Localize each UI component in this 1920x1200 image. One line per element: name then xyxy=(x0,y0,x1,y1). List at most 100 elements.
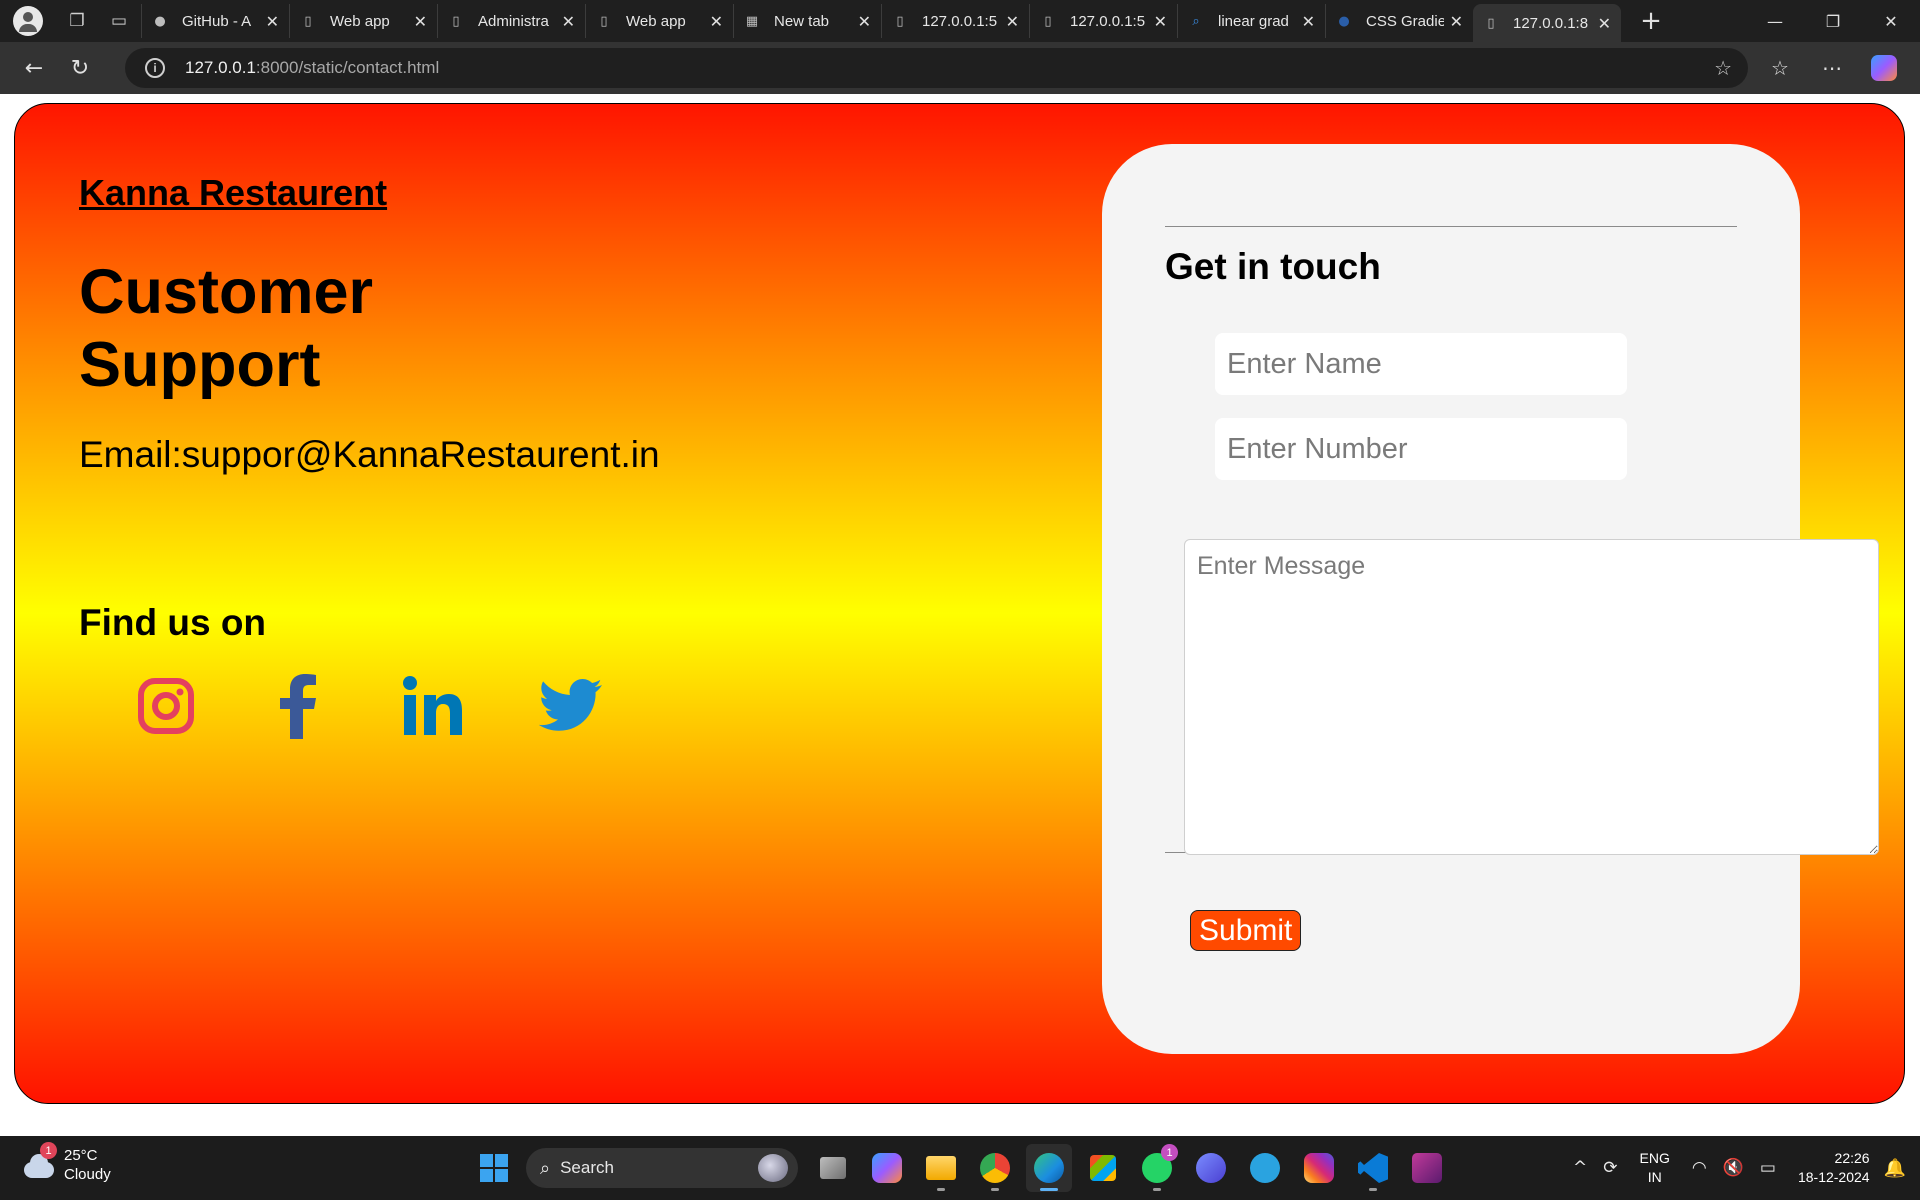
windows-start-icon[interactable] xyxy=(470,1144,518,1192)
close-icon[interactable]: ✕ xyxy=(1154,12,1167,31)
file-explorer-icon[interactable] xyxy=(918,1144,964,1192)
instagram-icon[interactable] xyxy=(131,671,201,741)
url-text[interactable]: 127.0.0.1:8000/static/contact.html xyxy=(185,58,439,78)
browser-tab[interactable]: ▯ Web app ✕ xyxy=(289,4,437,38)
favorite-star-icon[interactable]: ☆ xyxy=(1714,56,1732,80)
toolbar-right: ☆ ⋯ xyxy=(1754,46,1910,90)
newtab-icon: ▦ xyxy=(745,13,759,29)
browser-tab[interactable]: ▦ New tab ✕ xyxy=(733,4,881,38)
edge-icon[interactable] xyxy=(1026,1144,1072,1192)
tab-actions-icon[interactable]: ▭ xyxy=(101,3,137,39)
chevron-up-icon[interactable]: ^ xyxy=(1573,1158,1587,1178)
close-icon[interactable]: ✕ xyxy=(266,12,279,31)
browser-tab[interactable]: ● GitHub - A ✕ xyxy=(141,4,289,38)
language-indicator[interactable]: ENG IN xyxy=(1640,1149,1670,1187)
weather-badge: 1 xyxy=(40,1142,57,1159)
support-email: Email:suppor@KannaRestaurent.in xyxy=(79,434,660,475)
browser-tab[interactable]: ▯ 127.0.0.1:5 ✕ xyxy=(881,4,1029,38)
search-label: Search xyxy=(560,1158,614,1177)
page-icon: ▯ xyxy=(1487,15,1495,31)
wifi-icon[interactable]: ◠ xyxy=(1692,1158,1707,1178)
close-icon[interactable]: ✕ xyxy=(1006,12,1019,31)
window-controls: — ❐ ✕ xyxy=(1746,0,1920,42)
sync-icon[interactable]: ⟳ xyxy=(1603,1158,1617,1178)
page-icon: ▯ xyxy=(452,13,460,29)
info-icon[interactable]: i xyxy=(145,58,165,78)
twitter-icon[interactable] xyxy=(536,671,606,741)
close-icon[interactable]: ✕ xyxy=(562,12,575,31)
proton-icon[interactable] xyxy=(1188,1144,1234,1192)
tab-title: 127.0.0.1:5 xyxy=(922,12,998,30)
taskbar-apps: ⌕ Search 1 xyxy=(470,1144,1454,1192)
close-icon[interactable]: ✕ xyxy=(1598,14,1611,33)
browser-tab[interactable]: ● CSS Gradie ✕ xyxy=(1325,4,1473,38)
close-icon[interactable]: ✕ xyxy=(858,12,871,31)
copilot-icon[interactable] xyxy=(1858,46,1910,90)
search-icon: ⌕ xyxy=(540,1157,551,1179)
running-indicator xyxy=(1153,1188,1161,1191)
linkedin-icon[interactable] xyxy=(398,671,468,741)
page-title: Customer Support xyxy=(79,257,374,400)
taskbar-search[interactable]: ⌕ Search xyxy=(526,1148,798,1188)
terminal-app-icon[interactable] xyxy=(1404,1144,1450,1192)
submit-button[interactable]: Submit xyxy=(1190,910,1302,951)
name-input[interactable] xyxy=(1215,333,1627,395)
restore-icon[interactable]: ❐ xyxy=(1804,0,1862,42)
browser-tab[interactable]: ⌕ linear grad ✕ xyxy=(1177,4,1325,38)
tab-title: 127.0.0.1:5 xyxy=(1070,12,1146,30)
telegram-icon[interactable] xyxy=(1242,1144,1288,1192)
tab-title: New tab xyxy=(774,12,830,30)
form-heading: Get in touch xyxy=(1165,246,1381,287)
refresh-icon[interactable]: ↻ xyxy=(58,46,102,90)
facebook-icon[interactable] xyxy=(265,671,335,741)
lang-bottom: IN xyxy=(1647,1169,1662,1185)
speaker-muted-icon[interactable]: 🔇 xyxy=(1723,1158,1744,1178)
weather-widget[interactable]: 1 25°C Cloudy xyxy=(20,1142,111,1184)
page-icon: ▯ xyxy=(1044,13,1052,29)
notification-bell-icon[interactable]: 🔔 xyxy=(1884,1158,1906,1179)
lang-top: ENG xyxy=(1639,1150,1670,1166)
number-input[interactable] xyxy=(1215,418,1627,480)
minimize-icon[interactable]: — xyxy=(1746,0,1804,42)
copilot-app-icon[interactable] xyxy=(864,1144,910,1192)
back-arrow-icon[interactable]: ← xyxy=(12,46,56,90)
profile-avatar[interactable] xyxy=(13,6,43,36)
system-tray: ^ ⟳ ENG IN ◠ 🔇 ▭ 22:26 18-12-2024 🔔 xyxy=(1565,1136,1920,1200)
browser-tab[interactable]: ▯ Administra ✕ xyxy=(437,4,585,38)
whatsapp-badge: 1 xyxy=(1161,1144,1178,1161)
tab-title: Web app xyxy=(626,12,686,30)
tab-title: GitHub - A xyxy=(182,12,252,30)
chrome-icon[interactable] xyxy=(972,1144,1018,1192)
new-tab-button[interactable]: + xyxy=(1631,6,1671,36)
close-icon[interactable]: ✕ xyxy=(1302,12,1315,31)
running-indicator xyxy=(1040,1188,1058,1191)
tab-title: linear grad xyxy=(1218,12,1289,30)
search-icon: ⌕ xyxy=(1192,13,1200,29)
tab-title: Administra xyxy=(478,12,549,30)
brand-link[interactable]: Kanna Restaurent xyxy=(79,172,387,214)
close-window-icon[interactable]: ✕ xyxy=(1862,0,1920,42)
url-host: 127.0.0.1 xyxy=(185,58,256,77)
instagram-app-icon[interactable] xyxy=(1296,1144,1342,1192)
tab-title: CSS Gradie xyxy=(1366,12,1444,30)
clock[interactable]: 22:26 18-12-2024 xyxy=(1798,1149,1870,1187)
weather-desc: Cloudy xyxy=(64,1166,111,1183)
store-icon[interactable] xyxy=(1080,1144,1126,1192)
workspaces-icon[interactable]: ❐ xyxy=(59,3,95,39)
task-view-icon[interactable] xyxy=(810,1144,856,1192)
more-options-icon[interactable]: ⋯ xyxy=(1806,46,1858,90)
favorites-icon[interactable]: ☆ xyxy=(1754,46,1806,90)
url-bar[interactable]: i 127.0.0.1:8000/static/contact.html ☆ xyxy=(125,48,1748,88)
message-textarea[interactable] xyxy=(1184,539,1879,855)
battery-icon[interactable]: ▭ xyxy=(1760,1158,1776,1178)
running-indicator xyxy=(991,1188,999,1191)
tab-title: Web app xyxy=(330,12,390,30)
browser-tab[interactable]: ▯ 127.0.0.1:5 ✕ xyxy=(1029,4,1177,38)
close-icon[interactable]: ✕ xyxy=(414,12,427,31)
whatsapp-icon[interactable]: 1 xyxy=(1134,1144,1180,1192)
vscode-icon[interactable] xyxy=(1350,1144,1396,1192)
close-icon[interactable]: ✕ xyxy=(710,12,723,31)
close-icon[interactable]: ✕ xyxy=(1450,12,1463,31)
browser-tab[interactable]: ▯ Web app ✕ xyxy=(585,4,733,38)
browser-tab-active[interactable]: ▯ 127.0.0.1:8 ✕ xyxy=(1473,4,1621,42)
